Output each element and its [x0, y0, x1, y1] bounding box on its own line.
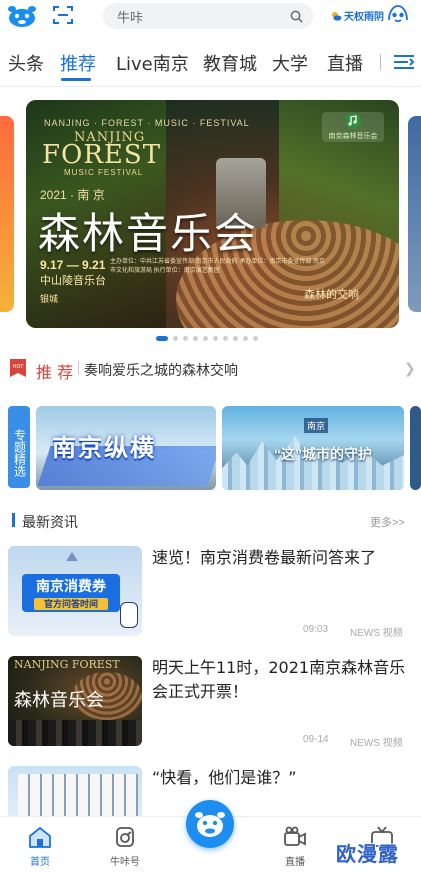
weather-icon [332, 11, 342, 21]
news-headline[interactable]: 明天上午11时，2021南京森林音乐会正式开票！ [152, 656, 410, 704]
news-source: NEWS 视频 [350, 738, 403, 749]
carousel-dot[interactable] [243, 336, 248, 341]
tabs-separator [0, 86, 421, 87]
topic-card[interactable]: 南京纵横 [36, 406, 216, 490]
active-tab-indicator [61, 78, 91, 81]
nav-live[interactable]: 直播 [265, 825, 325, 868]
more-link[interactable]: 更多>> [370, 514, 405, 530]
top-bar: 牛咔 天权雨阴 [0, 0, 421, 36]
carousel-indicator [156, 336, 258, 341]
topic-card[interactable]: 南京 “这”城市的守护 [222, 406, 404, 490]
user-avatar-icon[interactable] [385, 2, 411, 28]
carousel-dot[interactable] [183, 336, 188, 341]
tab-headlines[interactable]: 头条 [8, 50, 44, 76]
news-time: 09-14 [303, 734, 329, 745]
news-source: NEWS 视频 [350, 628, 403, 639]
carousel-dot[interactable] [213, 336, 218, 341]
scan-icon[interactable] [52, 4, 74, 26]
carousel-dot[interactable] [203, 336, 208, 341]
weather-widget[interactable]: 天权雨阴 [330, 8, 384, 23]
festival-badge: 南京森林音乐会 [322, 112, 384, 142]
news-section-title: 最新资讯 [22, 514, 78, 530]
banner-carousel[interactable]: NANJING · FOREST · MUSIC · FESTIVAL NANJ… [0, 98, 421, 330]
nav-home[interactable]: 首页 [10, 825, 70, 868]
music-note-icon [345, 113, 361, 129]
carousel-dot[interactable] [253, 336, 258, 341]
mascot-logo-icon[interactable] [6, 4, 38, 28]
center-mascot-button[interactable] [186, 800, 234, 848]
recommend-title[interactable]: 奏响爱乐之城的森林交响 [84, 360, 238, 380]
news-headline[interactable]: 速览！南京消费卷最新问答来了 [152, 546, 410, 570]
home-icon [29, 826, 51, 848]
tab-university[interactable]: 大学 [272, 50, 308, 76]
featured-topics: 专题精选 南京纵横 南京 “这”城市的守护 [0, 404, 421, 490]
hot-icon: HOT [10, 359, 26, 377]
carousel-dot[interactable] [156, 336, 168, 341]
news-time: 09:03 [303, 624, 329, 635]
tab-live[interactable]: 直播 [327, 50, 363, 76]
news-headline[interactable]: “快看，他们是谁？” [152, 766, 410, 790]
tab-live-nanjing[interactable]: Live南京 [116, 50, 189, 76]
channel-tabs: 头条 推荐 Live南京 教育城 大学 直播 [0, 44, 421, 82]
topics-tag: 专题精选 [8, 406, 30, 488]
banner-title: 森林音乐会 [38, 209, 259, 258]
niuka-icon [116, 827, 134, 847]
svg-text:HOT: HOT [13, 364, 25, 370]
search-input[interactable]: 牛咔 [117, 7, 290, 26]
nav-niuka[interactable]: 牛咔号 [95, 825, 155, 868]
weather-text: 天权雨阴 [344, 12, 384, 23]
tabs-divider [380, 54, 381, 70]
tab-recommend[interactable]: 推荐 [60, 50, 96, 76]
banner-slide-forest-music[interactable]: NANJING · FOREST · MUSIC · FESTIVAL NANJ… [26, 100, 399, 328]
pointing-hand-icon [120, 602, 138, 628]
next-slide-peek[interactable] [408, 116, 421, 312]
topic-card-peek[interactable] [410, 406, 421, 490]
recommend-row[interactable]: HOT 推 荐 奏响爱乐之城的森林交响 ❯ [0, 352, 421, 384]
search-icon[interactable] [290, 10, 303, 23]
prev-slide-peek[interactable] [0, 116, 14, 312]
video-camera-icon [284, 826, 306, 846]
carousel-dot[interactable] [233, 336, 238, 341]
news-thumbnail[interactable]: NANJING FOREST 森林音乐会 [8, 656, 142, 746]
mascot-icon [195, 812, 225, 837]
tab-education[interactable]: 教育城 [203, 50, 257, 76]
chevron-right-icon[interactable]: ❯ [404, 360, 416, 377]
recommend-label: 推 荐 [36, 363, 74, 382]
news-thumbnail[interactable]: 南京消费券 官方问答时间 [8, 546, 142, 636]
carousel-dot[interactable] [193, 336, 198, 341]
carousel-dot[interactable] [223, 336, 228, 341]
news-section-header: 最新资讯 更多>> [0, 508, 421, 532]
search-bar[interactable]: 牛咔 [103, 3, 313, 29]
channel-menu-icon[interactable] [392, 52, 416, 72]
carousel-dot[interactable] [173, 336, 178, 341]
watermark: 欧漫露 [336, 844, 399, 866]
